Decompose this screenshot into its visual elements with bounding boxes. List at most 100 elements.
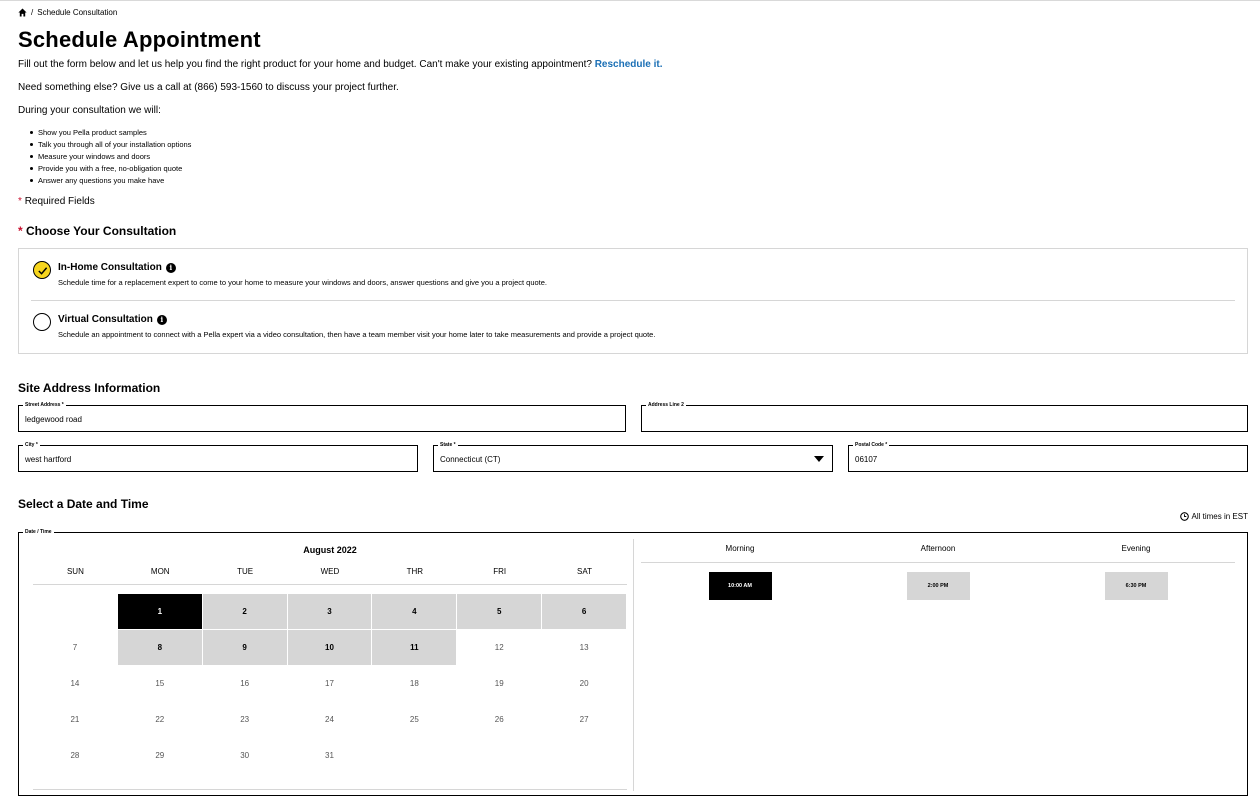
timezone-note: All times in EST bbox=[1179, 512, 1248, 521]
state-select[interactable]: State * Connecticut (CT) bbox=[433, 441, 833, 472]
calendar-day-31: 31 bbox=[325, 751, 334, 760]
breadcrumb-separator: / bbox=[31, 8, 34, 17]
time-slots: Morning Afternoon Evening 10:00 AM 2:00 PM 6… bbox=[641, 541, 1235, 600]
in-home-radio[interactable] bbox=[33, 261, 51, 279]
time-slot-button[interactable]: 2:00 PM bbox=[906, 572, 970, 600]
day-of-week-mon: MON bbox=[150, 567, 170, 576]
address-line-2-field[interactable]: Address Line 2 bbox=[641, 401, 1248, 432]
list-item: Answer any questions you make have bbox=[30, 176, 191, 188]
day-of-week-fri: FRI bbox=[493, 567, 507, 576]
intro-body: Fill out the form below and let us help … bbox=[18, 59, 592, 70]
picker-divider bbox=[633, 539, 634, 791]
calendar-week: 21 22 23 24 25 26 27 bbox=[33, 702, 627, 738]
day-of-week-sun: SUN bbox=[66, 567, 84, 576]
postal-code-value: 06107 bbox=[855, 455, 878, 464]
home-icon[interactable] bbox=[18, 8, 27, 17]
calendar-week: 123456 bbox=[33, 594, 627, 630]
time-slot-headers: Morning Afternoon Evening bbox=[641, 541, 1235, 563]
choose-title: Choose Your Consultation bbox=[26, 224, 177, 238]
calendar-day-24: 24 bbox=[325, 715, 334, 724]
info-icon[interactable]: i bbox=[156, 314, 167, 325]
calendar-day-22: 22 bbox=[155, 715, 165, 724]
calendar-day-25: 25 bbox=[409, 715, 419, 724]
calendar-day-3[interactable]: 3 bbox=[287, 594, 372, 629]
time-slot-column: 10:00 AM bbox=[641, 572, 839, 600]
required-star: * bbox=[18, 196, 22, 207]
virtual-radio[interactable] bbox=[33, 313, 51, 331]
timezone-text: All times in EST bbox=[1191, 512, 1248, 521]
calendar-day-empty bbox=[372, 738, 456, 773]
calendar-day-4[interactable]: 4 bbox=[372, 594, 457, 629]
list-item: Measure your windows and doors bbox=[30, 152, 191, 164]
in-home-consultation-option[interactable]: In-Home Consultation i Schedule time for… bbox=[31, 259, 1235, 301]
calendar-week: 14 15 16 17 18 19 20 bbox=[33, 666, 627, 702]
in-home-description: Schedule time for a replacement expert t… bbox=[58, 278, 548, 287]
time-header-morning: Morning bbox=[725, 544, 755, 553]
calendar-day-2[interactable]: 2 bbox=[202, 594, 287, 629]
list-item: Show you Pella product samples bbox=[30, 128, 191, 140]
time-header-afternoon: Afternoon bbox=[920, 544, 956, 553]
virtual-title: Virtual Consultation i bbox=[58, 314, 167, 325]
during-text: During your consultation we will: bbox=[18, 105, 161, 116]
calendar-grid: 1 2 3 4 5 6 7 8 9 10 11 12 13 14 15 16 17 18 19 20 21 22 23 24 2… bbox=[33, 594, 627, 774]
chevron-down-icon[interactable] bbox=[814, 456, 824, 462]
calendar-day-19: 19 bbox=[494, 679, 504, 688]
calendar-day-23: 23 bbox=[240, 715, 250, 724]
calendar-day-18: 18 bbox=[409, 679, 419, 688]
date-time-picker: Date / Time August 2022 SUN MON TUE WED THR F… bbox=[18, 528, 1248, 796]
in-home-title: In-Home Consultation i bbox=[58, 262, 176, 273]
in-home-label: In-Home Consultation bbox=[58, 262, 162, 273]
date-time-label: Date / Time bbox=[23, 528, 54, 536]
calendar-day-9[interactable]: 9 bbox=[202, 630, 287, 665]
calendar-day-11[interactable]: 11 bbox=[372, 630, 457, 665]
calendar: August 2022 SUN MON TUE WED THR FRI SAT 123456… bbox=[33, 541, 627, 791]
required-text: Required Fields bbox=[24, 196, 95, 207]
street-address-label: Street Address * bbox=[23, 401, 66, 409]
calendar-day-10[interactable]: 10 bbox=[287, 630, 372, 665]
list-item: Provide you with a free, no-obligation q… bbox=[30, 164, 191, 176]
consultation-benefits-list: Show you Pella product samples Talk you … bbox=[30, 128, 191, 188]
time-slot-column: 2:00 PM bbox=[839, 572, 1037, 600]
calendar-day-empty bbox=[33, 594, 117, 629]
day-of-week-thr: THR bbox=[406, 567, 424, 576]
calendar-day-5[interactable]: 5 bbox=[457, 594, 542, 629]
consultation-options: In-Home Consultation i Schedule time for… bbox=[18, 248, 1248, 354]
calendar-week: 7 8 9 10 11 12 13 bbox=[33, 630, 627, 666]
calendar-day-17: 17 bbox=[325, 679, 334, 688]
city-field[interactable]: City * west hartford bbox=[18, 441, 418, 472]
time-slot-button[interactable]: 6:30 PM bbox=[1104, 572, 1168, 600]
breadcrumb: / Schedule Consultation bbox=[18, 8, 117, 17]
calendar-day-16: 16 bbox=[240, 679, 250, 688]
info-icon[interactable]: i bbox=[165, 262, 176, 273]
calendar-day-29: 29 bbox=[155, 751, 165, 760]
top-divider bbox=[0, 0, 1260, 1]
calendar-day-27: 27 bbox=[579, 715, 589, 724]
required-fields-note: * Required Fields bbox=[18, 196, 95, 207]
calendar-day-28: 28 bbox=[70, 751, 80, 760]
street-address-field[interactable]: Street Address * ledgewood road bbox=[18, 401, 626, 432]
calendar-day-empty bbox=[457, 738, 541, 773]
breadcrumb-current: Schedule Consultation bbox=[37, 8, 118, 17]
date-time-heading: Select a Date and Time bbox=[18, 497, 149, 511]
calendar-day-1[interactable]: 1 bbox=[117, 594, 202, 629]
clock-icon bbox=[1179, 512, 1189, 521]
city-label: City * bbox=[23, 441, 40, 449]
state-label: State * bbox=[438, 441, 458, 449]
time-slot-button[interactable]: 10:00 AM bbox=[708, 572, 772, 600]
virtual-label: Virtual Consultation bbox=[58, 314, 153, 325]
postal-code-field[interactable]: Postal Code * 06107 bbox=[848, 441, 1248, 472]
calendar-day-empty bbox=[542, 738, 626, 773]
street-address-value: ledgewood road bbox=[25, 415, 82, 424]
reschedule-link[interactable]: Reschedule it. bbox=[595, 59, 663, 70]
calendar-day-20: 20 bbox=[579, 679, 589, 688]
virtual-consultation-option[interactable]: Virtual Consultation i Schedule an appoi… bbox=[31, 311, 1235, 347]
calendar-day-8[interactable]: 8 bbox=[117, 630, 202, 665]
day-of-week-tue: TUE bbox=[237, 567, 254, 576]
calendar-day-6[interactable]: 6 bbox=[542, 594, 627, 629]
list-item: Talk you through all of your installatio… bbox=[30, 140, 191, 152]
required-star: * bbox=[18, 224, 23, 238]
calendar-day-13: 13 bbox=[579, 643, 589, 652]
calendar-bottom-divider bbox=[33, 789, 627, 790]
page-title: Schedule Appointment bbox=[18, 27, 261, 52]
calendar-day-7: 7 bbox=[72, 643, 78, 652]
